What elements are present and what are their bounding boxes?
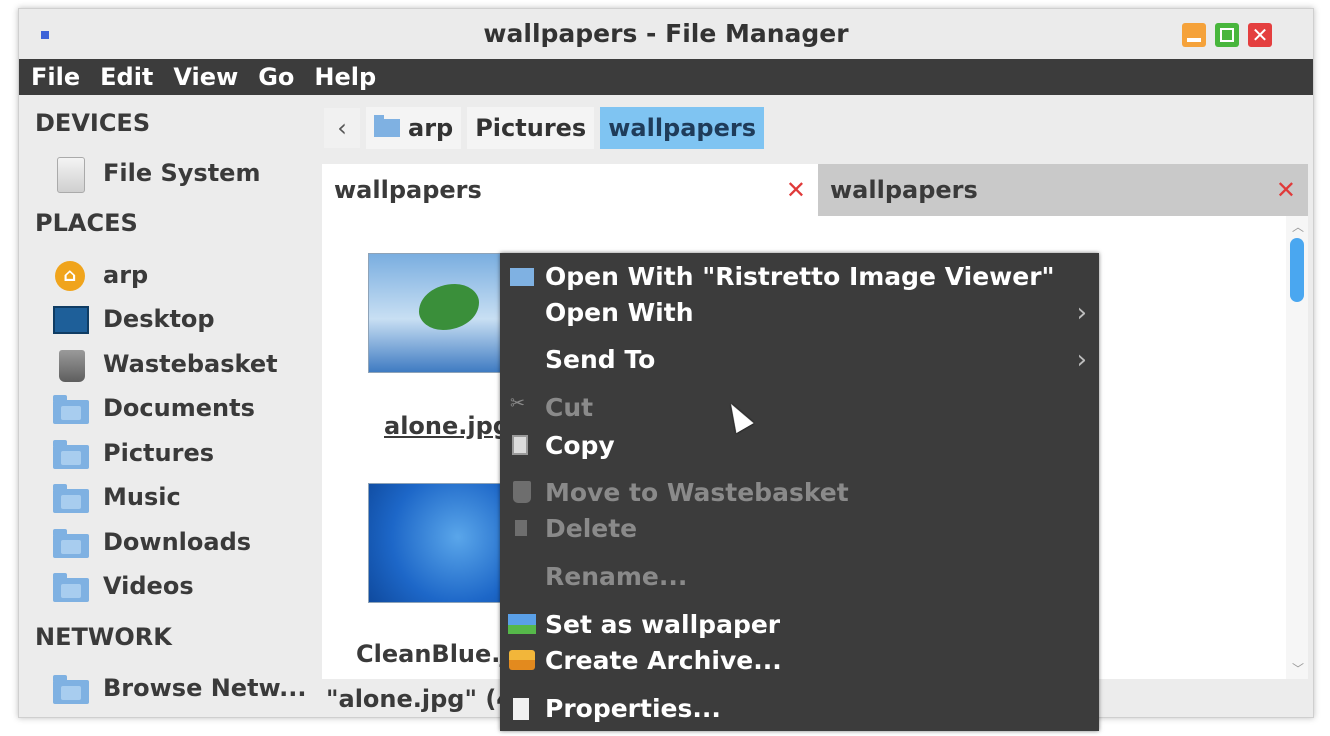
wastebasket-icon — [51, 348, 89, 382]
folder-icon — [51, 392, 89, 424]
menu-item-send-to[interactable]: Send To › — [500, 341, 1099, 377]
sidebar-item-label: Pictures — [103, 439, 214, 467]
sidebar-item-label: Wastebasket — [103, 350, 278, 378]
sidebar-item-label: Videos — [103, 572, 194, 600]
properties-icon — [513, 698, 529, 720]
devices-heading: DEVICES — [35, 109, 151, 137]
sidebar-item-wastebasket[interactable]: Wastebasket — [51, 344, 311, 384]
path-segment-wallpapers[interactable]: wallpapers — [600, 107, 764, 149]
menu-item-label: Create Archive... — [545, 646, 782, 675]
folder-icon — [510, 268, 534, 286]
close-window-button[interactable]: ✕ — [1248, 23, 1272, 47]
menu-item-open-with[interactable]: Open With › — [500, 294, 1099, 330]
menu-item-set-as-wallpaper[interactable]: Set as wallpaper — [500, 606, 1099, 642]
sidebar-item-browse-network[interactable]: Browse Netw... — [51, 668, 311, 708]
wallpaper-icon — [508, 614, 536, 634]
drive-icon — [51, 157, 89, 193]
folder-icon — [51, 526, 89, 558]
menu-item-label: Open With "Ristretto Image Viewer" — [545, 262, 1055, 291]
folder-icon — [51, 437, 89, 469]
scroll-up-icon[interactable]: ︿ — [1292, 218, 1304, 235]
sidebar-item-label: arp — [103, 261, 149, 289]
delete-icon — [515, 520, 527, 536]
sidebar-item-desktop[interactable]: Desktop — [51, 299, 311, 339]
file-label[interactable]: alone.jpg — [384, 412, 510, 440]
desktop-icon — [51, 303, 89, 335]
title-bar: wallpapers - File Manager ✕ — [19, 9, 1313, 59]
minimize-button[interactable] — [1182, 23, 1206, 47]
menu-item-label: Move to Wastebasket — [545, 478, 849, 507]
tab-close-icon[interactable]: ✕ — [1276, 176, 1296, 204]
menu-help[interactable]: Help — [314, 63, 376, 91]
home-icon: ⌂ — [51, 259, 89, 291]
tab-label: wallpapers — [830, 176, 978, 204]
menu-item-label: Open With — [545, 298, 694, 327]
maximize-button[interactable] — [1215, 23, 1239, 47]
menu-item-cut: ✂ Cut — [500, 389, 1099, 425]
sidebar-item-videos[interactable]: Videos — [51, 566, 311, 606]
tab-label: wallpapers — [334, 176, 482, 204]
menu-item-label: Properties... — [545, 694, 721, 723]
menu-item-move-to-wastebasket: Move to Wastebasket — [500, 474, 1099, 510]
sidebar-item-label: Downloads — [103, 528, 252, 556]
sidebar-item-label: Music — [103, 483, 181, 511]
tab-close-icon[interactable]: ✕ — [786, 176, 806, 204]
places-heading: PLACES — [35, 209, 138, 237]
sidebar-item-label: Desktop — [103, 305, 215, 333]
sidebar: DEVICES File System PLACES ⌂ arp Desktop… — [19, 95, 312, 717]
context-menu: Open With "Ristretto Image Viewer" Open … — [500, 253, 1099, 731]
folder-icon — [51, 481, 89, 513]
menu-item-label: Delete — [545, 514, 638, 543]
menu-file[interactable]: File — [31, 63, 80, 91]
sidebar-item-file-system[interactable]: File System — [51, 153, 311, 193]
sidebar-item-pictures[interactable]: Pictures — [51, 433, 311, 473]
menu-item-label: Set as wallpaper — [545, 610, 781, 639]
path-back-button[interactable]: ‹ — [324, 108, 360, 148]
archive-icon — [509, 650, 535, 670]
chevron-right-icon: › — [1076, 298, 1087, 328]
scissors-icon: ✂ — [510, 393, 526, 414]
chevron-right-icon: › — [1076, 345, 1087, 375]
sidebar-item-music[interactable]: Music — [51, 477, 311, 517]
menu-item-label: Cut — [545, 393, 594, 422]
menu-item-label: Send To — [545, 345, 656, 374]
sidebar-item-label: File System — [103, 159, 261, 187]
path-segment-label: arp — [408, 114, 454, 142]
folder-icon — [51, 570, 89, 602]
sidebar-item-label: Browse Netw... — [103, 674, 307, 702]
tab-wallpapers-inactive[interactable]: wallpapers ✕ — [818, 164, 1308, 216]
window-title: wallpapers - File Manager — [483, 19, 849, 48]
menu-view[interactable]: View — [173, 63, 238, 91]
sidebar-item-downloads[interactable]: Downloads — [51, 522, 311, 562]
menu-go[interactable]: Go — [258, 63, 294, 91]
menu-item-create-archive[interactable]: Create Archive... — [500, 642, 1099, 678]
menu-item-delete: Delete — [500, 510, 1099, 546]
menu-item-open-with-ristretto[interactable]: Open With "Ristretto Image Viewer" — [500, 258, 1099, 294]
path-bar: ‹ arp Pictures wallpapers — [324, 105, 770, 151]
menu-item-properties[interactable]: Properties... — [500, 690, 1099, 726]
home-folder-icon — [374, 115, 400, 137]
sidebar-item-label: Documents — [103, 394, 255, 422]
sidebar-item-documents[interactable]: Documents — [51, 388, 311, 428]
menu-item-copy[interactable]: Copy — [500, 427, 1099, 463]
scroll-down-icon[interactable]: ﹀ — [1292, 660, 1304, 677]
menu-bar: File Edit View Go Help — [19, 59, 1313, 95]
path-segment-arp[interactable]: arp — [366, 107, 462, 149]
network-heading: NETWORK — [35, 623, 172, 651]
path-segment-pictures[interactable]: Pictures — [467, 107, 595, 149]
sidebar-item-arp[interactable]: ⌂ arp — [51, 255, 311, 295]
menu-item-label: Rename... — [545, 562, 688, 591]
menu-item-rename: Rename... — [500, 558, 1099, 594]
menu-item-label: Copy — [545, 431, 615, 460]
trash-icon — [513, 481, 531, 503]
file-thumbnail-alone[interactable] — [368, 253, 518, 373]
tab-wallpapers-active[interactable]: wallpapers ✕ — [322, 164, 818, 216]
vertical-scrollbar[interactable]: ︿ ﹀ — [1286, 216, 1308, 679]
scrollbar-thumb[interactable] — [1290, 238, 1304, 302]
file-thumbnail-cleanblue[interactable] — [368, 483, 518, 603]
copy-icon — [512, 435, 528, 455]
menu-edit[interactable]: Edit — [100, 63, 153, 91]
network-folder-icon — [51, 672, 89, 704]
